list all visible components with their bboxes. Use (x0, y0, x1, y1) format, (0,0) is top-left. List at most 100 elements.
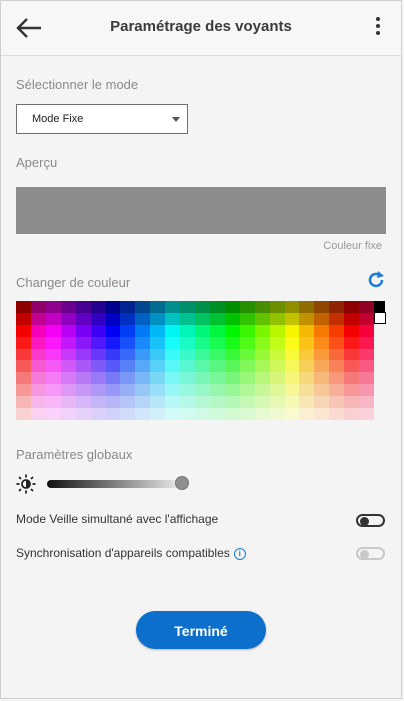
palette-swatch[interactable] (209, 360, 225, 373)
palette-swatch[interactable] (195, 360, 210, 373)
palette-swatch[interactable] (135, 348, 151, 361)
palette-swatch[interactable] (90, 348, 106, 361)
palette-swatch[interactable] (105, 372, 121, 385)
palette-swatch[interactable] (284, 408, 300, 420)
palette-swatch[interactable] (150, 336, 166, 349)
palette-swatch[interactable] (269, 336, 285, 349)
palette-swatch[interactable] (359, 360, 374, 373)
palette-swatch[interactable] (314, 408, 330, 420)
palette-swatch[interactable] (105, 312, 121, 325)
palette-swatch[interactable] (224, 324, 240, 337)
palette-swatch[interactable] (180, 336, 195, 349)
palette-swatch[interactable] (359, 348, 374, 361)
palette-swatch[interactable] (195, 301, 210, 313)
palette-swatch[interactable] (314, 384, 330, 397)
palette-swatch[interactable] (150, 360, 166, 373)
palette-swatch[interactable] (105, 384, 121, 397)
palette-swatch[interactable] (150, 324, 166, 337)
palette-swatch[interactable] (269, 360, 285, 373)
palette-swatch[interactable] (329, 324, 345, 337)
palette-swatch[interactable] (75, 324, 91, 337)
palette-swatch[interactable] (209, 408, 225, 420)
more-menu-button[interactable] (373, 17, 383, 39)
palette-swatch[interactable] (224, 312, 240, 325)
palette-swatch[interactable] (135, 336, 151, 349)
palette-swatch[interactable] (209, 301, 225, 313)
palette-swatch[interactable] (16, 336, 31, 349)
palette-swatch[interactable] (209, 348, 225, 361)
palette-swatch[interactable] (239, 372, 255, 385)
palette-swatch[interactable] (165, 324, 181, 337)
palette-swatch[interactable] (299, 348, 315, 361)
palette-swatch[interactable] (284, 324, 300, 337)
palette-swatch[interactable] (284, 384, 300, 397)
palette-swatch[interactable] (30, 301, 46, 313)
palette-swatch[interactable] (120, 312, 136, 325)
palette-swatch[interactable] (75, 301, 91, 313)
palette-swatch[interactable] (90, 336, 106, 349)
palette-swatch[interactable] (120, 408, 136, 420)
palette-swatch[interactable] (60, 348, 76, 361)
palette-swatch[interactable] (90, 396, 106, 409)
palette-swatch[interactable] (195, 372, 210, 385)
palette-swatch[interactable] (60, 301, 76, 313)
palette-swatch[interactable] (180, 408, 195, 420)
sleep-mode-toggle[interactable] (356, 514, 385, 527)
palette-swatch[interactable] (344, 336, 360, 349)
palette-swatch[interactable] (359, 301, 374, 313)
palette-swatch[interactable] (16, 396, 31, 409)
palette-swatch[interactable] (269, 312, 285, 325)
palette-swatch[interactable] (224, 336, 240, 349)
black-swatch[interactable] (374, 301, 385, 312)
palette-swatch[interactable] (150, 372, 166, 385)
palette-swatch[interactable] (75, 384, 91, 397)
palette-swatch[interactable] (195, 312, 210, 325)
palette-swatch[interactable] (75, 348, 91, 361)
palette-swatch[interactable] (60, 360, 76, 373)
palette-swatch[interactable] (239, 301, 255, 313)
palette-swatch[interactable] (344, 396, 360, 409)
palette-swatch[interactable] (344, 324, 360, 337)
palette-swatch[interactable] (254, 301, 270, 313)
palette-swatch[interactable] (224, 408, 240, 420)
palette-swatch[interactable] (30, 336, 46, 349)
palette-swatch[interactable] (209, 324, 225, 337)
refresh-icon[interactable] (365, 269, 387, 291)
palette-swatch[interactable] (45, 408, 61, 420)
palette-swatch[interactable] (180, 324, 195, 337)
palette-swatch[interactable] (135, 372, 151, 385)
palette-swatch[interactable] (329, 312, 345, 325)
palette-swatch[interactable] (120, 324, 136, 337)
palette-swatch[interactable] (254, 396, 270, 409)
palette-swatch[interactable] (60, 312, 76, 325)
palette-swatch[interactable] (90, 384, 106, 397)
palette-swatch[interactable] (30, 408, 46, 420)
palette-swatch[interactable] (180, 372, 195, 385)
palette-swatch[interactable] (299, 408, 315, 420)
palette-swatch[interactable] (299, 372, 315, 385)
palette-swatch[interactable] (120, 372, 136, 385)
palette-swatch[interactable] (299, 384, 315, 397)
palette-swatch[interactable] (239, 396, 255, 409)
palette-swatch[interactable] (150, 301, 166, 313)
palette-swatch[interactable] (75, 360, 91, 373)
palette-swatch[interactable] (224, 301, 240, 313)
palette-swatch[interactable] (269, 324, 285, 337)
palette-swatch[interactable] (329, 372, 345, 385)
brightness-slider[interactable] (47, 476, 189, 490)
palette-swatch[interactable] (299, 324, 315, 337)
palette-swatch[interactable] (195, 324, 210, 337)
palette-swatch[interactable] (359, 324, 374, 337)
palette-swatch[interactable] (180, 348, 195, 361)
palette-swatch[interactable] (165, 384, 181, 397)
info-icon[interactable]: i (233, 548, 246, 560)
palette-swatch[interactable] (254, 348, 270, 361)
palette-swatch[interactable] (329, 384, 345, 397)
palette-swatch[interactable] (105, 336, 121, 349)
palette-swatch[interactable] (16, 324, 31, 337)
palette-swatch[interactable] (299, 360, 315, 373)
palette-swatch[interactable] (60, 372, 76, 385)
palette-swatch[interactable] (30, 324, 46, 337)
palette-swatch[interactable] (180, 384, 195, 397)
palette-swatch[interactable] (224, 396, 240, 409)
